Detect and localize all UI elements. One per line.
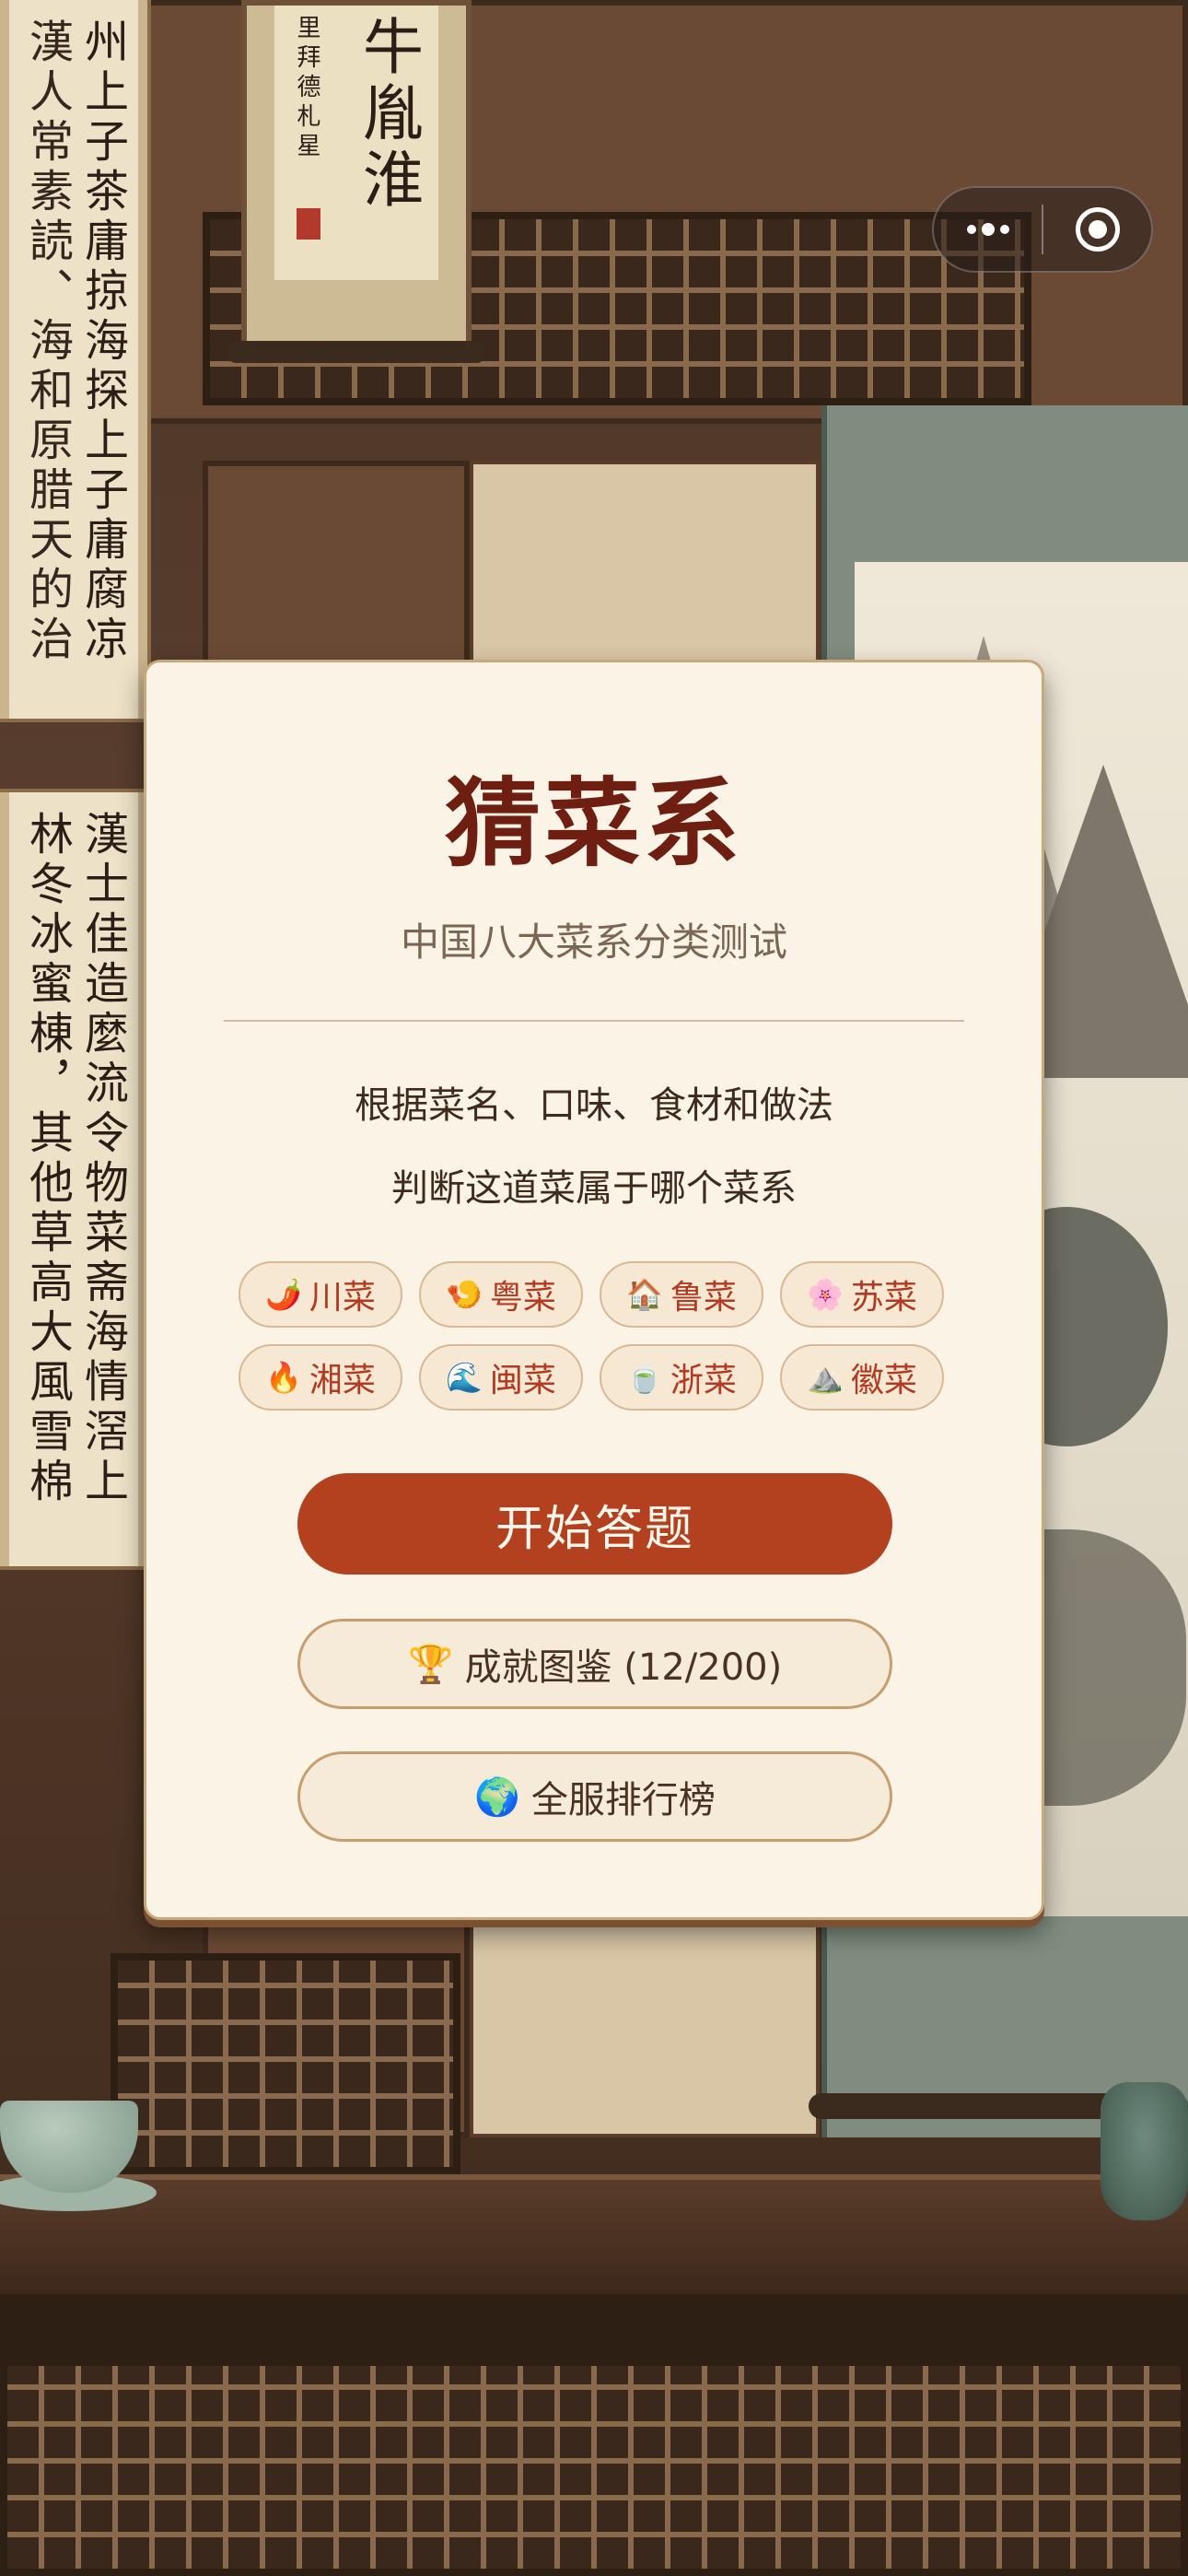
calligraphy-text: 里拜德札星: [293, 15, 320, 162]
trophy-icon: 🏆: [407, 1643, 454, 1686]
globe-icon: 🌍: [474, 1775, 520, 1819]
cuisine-tag-label: 川菜: [309, 1279, 376, 1317]
main-card: 猜菜系 中国八大菜系分类测试 根据菜名、口味、食材和做法 判断这道菜属于哪个菜系…: [144, 660, 1044, 1920]
divider: [224, 1020, 964, 1022]
shrimp-icon: 🍤: [446, 1277, 483, 1312]
calligraphy-text: 州上子茶庸掠海探上子庸腐凉: [76, 18, 128, 665]
mountain-icon: ⛰️: [807, 1360, 844, 1395]
calligraphy-text: 漢士佳造麼流令物菜斋海情滘上: [76, 811, 128, 1507]
house-icon: 🏠: [626, 1277, 663, 1312]
cuisine-tag: 🌊 闽菜: [419, 1344, 583, 1411]
description-line-2: 判断这道菜属于哪个菜系: [391, 1167, 797, 1210]
hanging-scroll: 牛胤淮 里拜德札星: [228, 0, 484, 363]
achievements-button[interactable]: 🏆 成就图鉴 (12/200): [297, 1619, 892, 1709]
page-subtitle: 中国八大菜系分类测试: [400, 919, 787, 965]
cuisine-tag-label: 闽菜: [489, 1362, 556, 1399]
calligraphy-scroll: 漢士佳造麼流令物菜斋海情滘上 林冬冰蜜棟，其他草高大風雪棉: [0, 792, 147, 1566]
cuisine-tag-label: 徽菜: [850, 1362, 917, 1399]
miniprogram-capsule: [932, 186, 1153, 273]
red-seal: [297, 208, 320, 240]
cuisine-tag: 🏠 鲁菜: [600, 1261, 763, 1328]
close-miniprogram-button[interactable]: [1043, 188, 1151, 271]
cuisine-tag: 🍤 粤菜: [419, 1261, 583, 1328]
cuisine-tag-label: 鲁菜: [670, 1279, 737, 1317]
calligraphy-text: 林冬冰蜜棟，其他草高大風雪棉: [21, 811, 73, 1507]
page-title: 猜菜系: [444, 767, 743, 880]
wood-lattice: [111, 1953, 460, 2174]
wood-lattice-bottom: [0, 2359, 1188, 2576]
more-menu-button[interactable]: [934, 188, 1042, 271]
leaderboard-label: 全服排行榜: [530, 1779, 716, 1821]
cuisine-tag-label: 粤菜: [489, 1279, 556, 1317]
cuisine-tag: 🌶️ 川菜: [239, 1261, 402, 1328]
cuisine-tag: ⛰️ 徽菜: [780, 1344, 944, 1411]
chili-icon: 🌶️: [265, 1277, 302, 1312]
cuisine-tag-label: 浙菜: [670, 1362, 737, 1399]
blossom-icon: 🌸: [807, 1277, 844, 1312]
calligraphy-text: 牛胤淮: [353, 15, 424, 214]
close-target-icon: [1075, 207, 1120, 252]
calligraphy-scroll: 州上子茶庸掠海探上子庸腐凉 漢人常素読、海和原腊天的治: [0, 0, 147, 719]
cuisine-tag-grid: 🌶️ 川菜 🍤 粤菜 🏠 鲁菜 🌸 苏菜 🔥 湘菜 🌊 闽菜 🍵 浙菜 ⛰️ 徽…: [239, 1261, 957, 1411]
description-line-1: 根据菜名、口味、食材和做法: [355, 1084, 833, 1127]
leaderboard-button[interactable]: 🌍 全服排行榜: [297, 1751, 892, 1842]
cuisine-tag: 🌸 苏菜: [780, 1261, 944, 1328]
tea-icon: 🍵: [626, 1360, 663, 1395]
wooden-table: [0, 2174, 1188, 2294]
calligraphy-text: 漢人常素読、海和原腊天的治: [21, 18, 73, 665]
fire-icon: 🔥: [265, 1360, 302, 1395]
cuisine-tag-label: 湘菜: [309, 1362, 376, 1399]
more-dots-icon: [966, 223, 1009, 236]
start-quiz-button[interactable]: 开始答题: [297, 1473, 892, 1575]
wooden-table-front: [0, 2294, 1188, 2359]
achievements-label: 成就图鉴 (12/200): [464, 1646, 783, 1689]
cuisine-tag: 🔥 湘菜: [239, 1344, 402, 1411]
wave-icon: 🌊: [446, 1360, 483, 1395]
cuisine-tag: 🍵 浙菜: [600, 1344, 763, 1411]
incense-burner: [1101, 2082, 1188, 2220]
cuisine-tag-label: 苏菜: [850, 1279, 917, 1317]
